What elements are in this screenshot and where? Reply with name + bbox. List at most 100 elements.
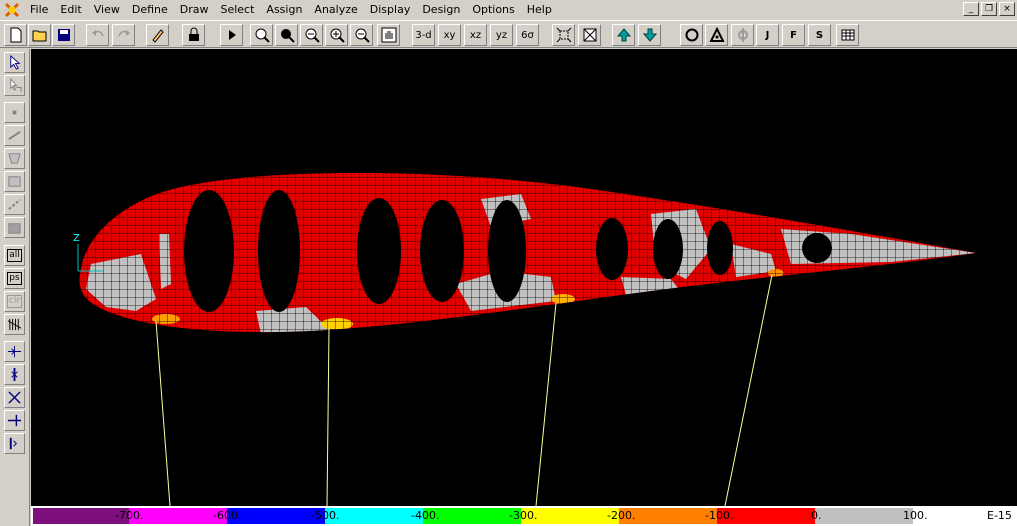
menu-edit[interactable]: Edit bbox=[54, 1, 87, 19]
draw-quad-area-button[interactable] bbox=[4, 148, 25, 169]
legend-tick-label: -400. bbox=[411, 509, 440, 522]
menu-define[interactable]: Define bbox=[126, 1, 174, 19]
draw-frame-button[interactable] bbox=[4, 125, 25, 146]
menu-draw[interactable]: Draw bbox=[174, 1, 215, 19]
view-3d-button[interactable]: 3-d bbox=[412, 24, 435, 46]
restore-full-view-button[interactable] bbox=[275, 24, 298, 46]
legend-tick-label: 0. bbox=[811, 509, 822, 522]
pointer-button[interactable] bbox=[4, 52, 25, 73]
redo-icon bbox=[117, 30, 130, 37]
view-xz-button[interactable]: xz bbox=[464, 24, 487, 46]
restore-previous-zoom-button[interactable] bbox=[300, 24, 323, 46]
get-previous-selection-button[interactable]: ps bbox=[4, 268, 25, 289]
lock-model-edit-button[interactable] bbox=[146, 24, 169, 46]
app-logo-icon bbox=[4, 2, 20, 18]
draw-rect-area-button[interactable] bbox=[4, 171, 25, 192]
menu-select[interactable]: Select bbox=[214, 1, 260, 19]
run-analysis-button[interactable] bbox=[220, 24, 243, 46]
side-toolbar: all ps clr bbox=[0, 49, 30, 526]
rubber-band-zoom-button[interactable] bbox=[250, 24, 273, 46]
set-display-options-button[interactable] bbox=[578, 24, 601, 46]
snap-to-midpoints-button[interactable] bbox=[4, 364, 25, 385]
rect-area-icon bbox=[8, 176, 21, 187]
save-button[interactable] bbox=[52, 24, 75, 46]
snap-perpendicular-icon bbox=[7, 414, 22, 427]
show-undeformed-shape-button[interactable] bbox=[680, 24, 703, 46]
window-controls: _ ❐ × bbox=[963, 2, 1015, 16]
legend-color-segment bbox=[325, 508, 423, 524]
main-toolbar: 3-d xy xz yz 6σ J F S bbox=[0, 20, 1017, 48]
shrink-elements-button[interactable] bbox=[552, 24, 575, 46]
quad-area-icon bbox=[8, 153, 21, 164]
snap-to-lines-button[interactable] bbox=[4, 433, 25, 454]
close-button[interactable]: × bbox=[999, 2, 1015, 16]
stress-legend-bar: -700. -600. -500. -400. -300. -200. -100… bbox=[31, 506, 1017, 526]
magnifier-full-icon bbox=[280, 29, 295, 43]
show-member-forces-button[interactable]: F bbox=[782, 24, 805, 46]
show-tables-button[interactable] bbox=[836, 24, 859, 46]
menu-assign[interactable]: Assign bbox=[260, 1, 308, 19]
move-up-button[interactable] bbox=[612, 24, 635, 46]
leader-line bbox=[326, 328, 330, 506]
menu-options[interactable]: Options bbox=[466, 1, 520, 19]
draw-solid-button[interactable] bbox=[4, 217, 25, 238]
phi-icon bbox=[737, 28, 748, 42]
snap-lines-icon bbox=[9, 437, 18, 450]
pencil-icon bbox=[151, 29, 164, 43]
link-icon bbox=[8, 199, 21, 210]
move-down-button[interactable] bbox=[638, 24, 661, 46]
draw-joint-button[interactable] bbox=[4, 102, 25, 123]
finite-element-mesh bbox=[79, 172, 976, 333]
zoom-out-button[interactable] bbox=[350, 24, 373, 46]
show-loads-button[interactable] bbox=[705, 24, 728, 46]
menu-view[interactable]: View bbox=[88, 1, 126, 19]
intersecting-line-select-button[interactable] bbox=[4, 314, 25, 335]
snap-joints-icon bbox=[7, 345, 22, 358]
shrink-icon bbox=[556, 27, 571, 43]
leader-line bbox=[535, 302, 557, 506]
snap-to-perpendicular-button[interactable] bbox=[4, 410, 25, 431]
lock-icon bbox=[188, 27, 199, 41]
reshaper-button[interactable] bbox=[4, 75, 25, 96]
view-xy-button[interactable]: xy bbox=[438, 24, 461, 46]
show-joint-forces-button[interactable]: J bbox=[756, 24, 779, 46]
lightening-hole bbox=[488, 200, 526, 302]
clear-selection-button[interactable]: clr bbox=[4, 291, 25, 312]
leader-line bbox=[155, 320, 171, 506]
show-stresses-button[interactable]: S bbox=[808, 24, 831, 46]
draw-link-button[interactable] bbox=[4, 194, 25, 215]
perspective-toggle-button[interactable]: 6σ bbox=[516, 24, 539, 46]
lock-button[interactable] bbox=[182, 24, 205, 46]
redo-button[interactable] bbox=[112, 24, 135, 46]
model-canvas[interactable]: Z bbox=[31, 49, 1017, 506]
menu-file[interactable]: File bbox=[24, 1, 54, 19]
hand-pan-icon bbox=[381, 27, 396, 43]
restore-button[interactable]: ❐ bbox=[981, 2, 997, 16]
minimize-button[interactable]: _ bbox=[963, 2, 979, 16]
zoom-in-button[interactable] bbox=[325, 24, 348, 46]
view-yz-button[interactable]: yz bbox=[490, 24, 513, 46]
lightening-hole bbox=[420, 200, 464, 302]
menu-display[interactable]: Display bbox=[364, 1, 417, 19]
legend-tick-label: -600. bbox=[213, 509, 242, 522]
legend-tick-label: 100. bbox=[903, 509, 928, 522]
zoom-in-icon bbox=[330, 28, 345, 43]
menu-design[interactable]: Design bbox=[416, 1, 466, 19]
menu-analyze[interactable]: Analyze bbox=[308, 1, 363, 19]
magnifier-previous-icon bbox=[305, 28, 320, 43]
legend-color-segment bbox=[815, 508, 913, 524]
undo-button[interactable] bbox=[86, 24, 109, 46]
lightening-hole bbox=[707, 221, 733, 275]
legend-tick-label: -200. bbox=[607, 509, 636, 522]
leader-line bbox=[724, 274, 773, 506]
show-deformed-shape-button[interactable] bbox=[731, 24, 754, 46]
new-file-button[interactable] bbox=[4, 24, 27, 46]
open-file-button[interactable] bbox=[28, 24, 51, 46]
legend-tick-label: -300. bbox=[509, 509, 538, 522]
snap-to-intersections-button[interactable] bbox=[4, 387, 25, 408]
previous-selection-label: ps bbox=[7, 272, 22, 285]
select-all-button[interactable]: all bbox=[4, 245, 25, 266]
menu-help[interactable]: Help bbox=[521, 1, 558, 19]
snap-to-joints-button[interactable] bbox=[4, 341, 25, 362]
pan-button[interactable] bbox=[377, 24, 400, 46]
